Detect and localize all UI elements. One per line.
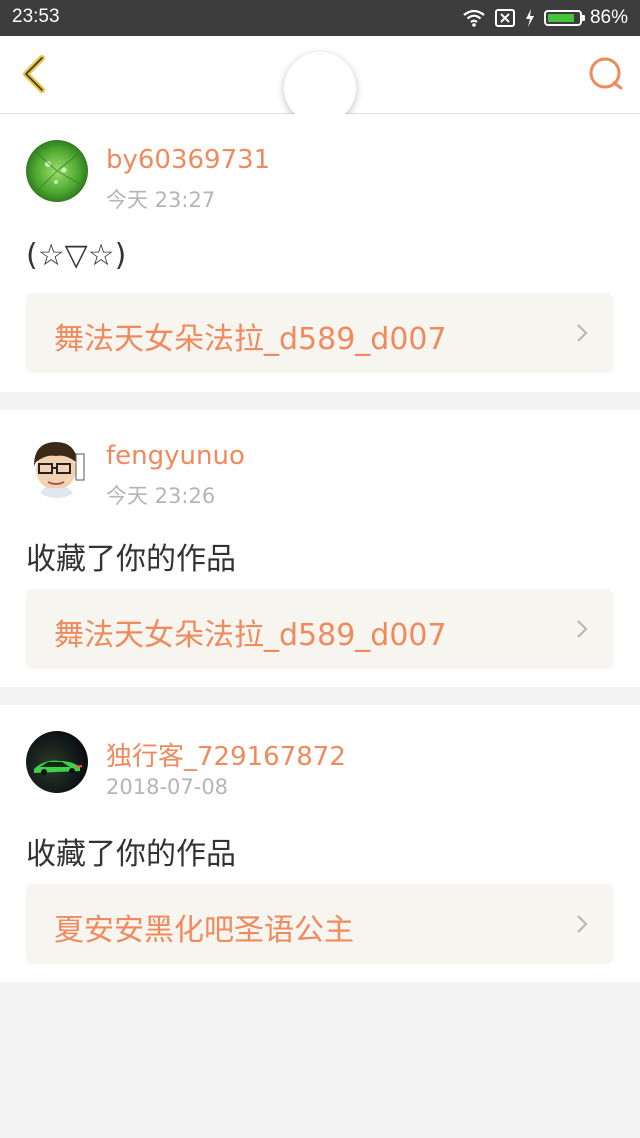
timestamp: 今天 23:27 — [106, 188, 216, 212]
wifi-icon — [463, 9, 485, 27]
status-icons: 86% — [462, 6, 628, 30]
work-title: 舞法天女朵法拉_d589_d007 — [54, 322, 447, 357]
message-content: (☆▽☆) — [26, 238, 127, 273]
chevron-right-icon — [577, 620, 588, 638]
message-card: fengyunuo 今天 23:26 收藏了你的作品 舞法天女朵法拉_d589_… — [0, 410, 640, 687]
battery-level — [547, 14, 574, 22]
chevron-right-icon — [577, 324, 588, 342]
avatar[interactable] — [26, 436, 88, 498]
username[interactable]: fengyunuo — [106, 441, 245, 471]
avatar[interactable] — [26, 731, 88, 793]
timestamp: 今天 23:26 — [106, 484, 216, 508]
avatar[interactable] — [26, 140, 88, 202]
timestamp: 2018-07-08 — [106, 775, 229, 799]
search-icon[interactable] — [586, 54, 626, 94]
work-title: 夏安安黑化吧圣语公主 — [54, 913, 354, 948]
status-time: 23:53 — [12, 6, 60, 27]
work-link[interactable]: 舞法天女朵法拉_d589_d007 — [26, 293, 613, 373]
username[interactable]: 独行客_729167872 — [106, 736, 346, 773]
chevron-right-icon — [577, 915, 588, 933]
username[interactable]: by60369731 — [106, 145, 270, 175]
no-sim-icon — [494, 9, 515, 27]
message-card: 独行客_729167872 2018-07-08 收藏了你的作品 夏安安黑化吧圣… — [0, 705, 640, 982]
message-content: 收藏了你的作品 — [26, 542, 236, 577]
battery-percent: 86% — [589, 7, 628, 28]
message-card: by60369731 今天 23:27 (☆▽☆) 舞法天女朵法拉_d589_d… — [0, 114, 640, 392]
work-link[interactable]: 夏安安黑化吧圣语公主 — [26, 884, 613, 964]
battery-icon — [543, 10, 585, 26]
status-bar: 23:53 86% — [0, 0, 640, 36]
message-content: 收藏了你的作品 — [26, 837, 236, 872]
work-link[interactable]: 舞法天女朵法拉_d589_d007 — [26, 589, 613, 669]
charging-icon — [525, 9, 534, 27]
work-title: 舞法天女朵法拉_d589_d007 — [54, 618, 447, 653]
